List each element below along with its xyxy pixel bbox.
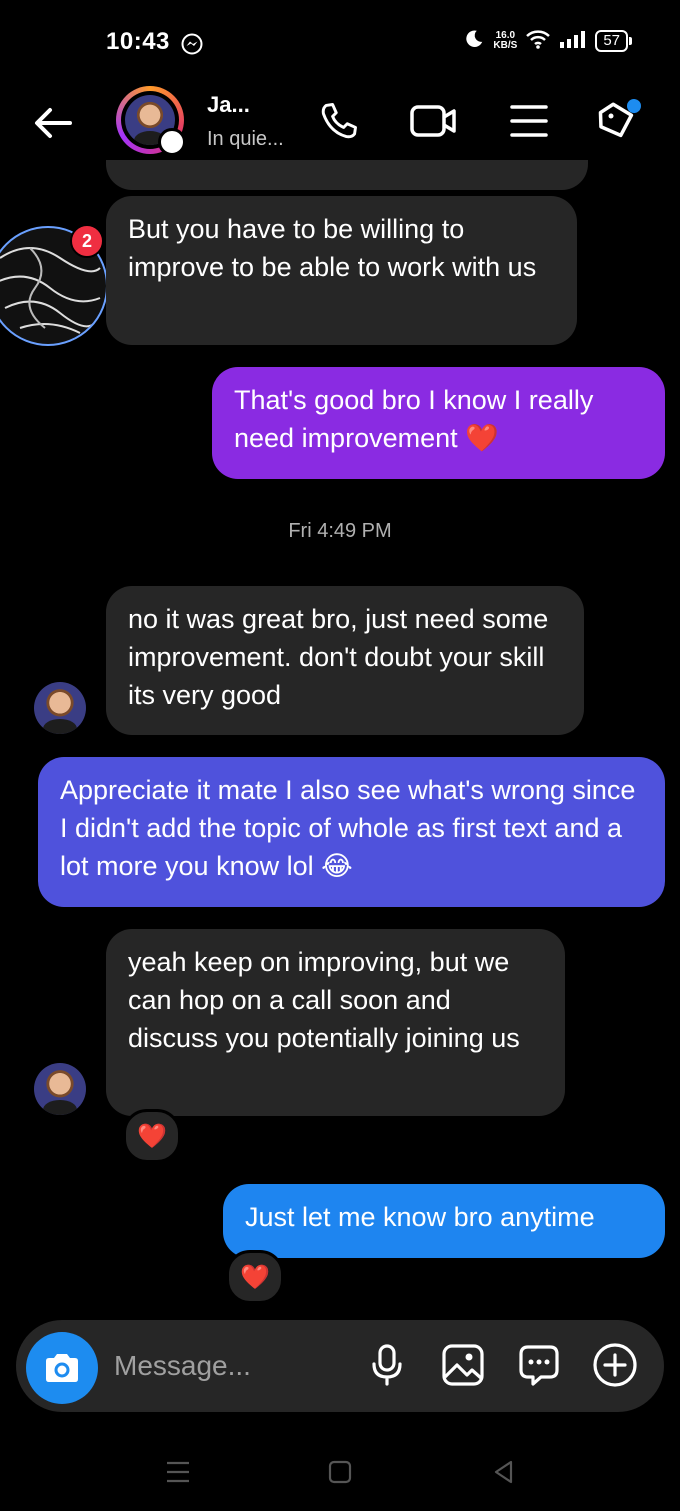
heart-reaction[interactable]: ❤️ <box>123 1109 181 1163</box>
recent-apps-button[interactable] <box>158 1452 198 1492</box>
back-nav-button[interactable] <box>484 1452 524 1492</box>
back-icon[interactable] <box>28 98 78 148</box>
message-input[interactable]: Message... <box>114 1350 251 1382</box>
status-time: 10:43 <box>106 28 170 55</box>
sticker-chat-button[interactable] <box>514 1340 564 1390</box>
clipped-message-bubble <box>106 160 588 190</box>
message-received[interactable]: But you have to be willing to improve to… <box>106 196 577 345</box>
story-indicator <box>158 128 186 156</box>
message-sent[interactable]: Appreciate it mate I also see what's wro… <box>38 757 665 907</box>
contact-status: In quie... <box>207 128 284 150</box>
notification-badge: 2 <box>70 224 104 258</box>
menu-button[interactable] <box>504 96 554 146</box>
sender-avatar[interactable] <box>34 1063 86 1115</box>
sender-avatar[interactable] <box>34 682 86 734</box>
battery-indicator: 57 <box>595 29 632 52</box>
moon-icon <box>463 28 485 53</box>
heart-reaction[interactable]: ❤️ <box>226 1250 284 1304</box>
contact-avatar[interactable] <box>116 86 186 156</box>
network-speed-unit: KB/S <box>493 39 518 51</box>
network-speed: 16.0 KB/S <box>493 29 518 51</box>
video-call-button[interactable] <box>408 96 458 146</box>
contact-name[interactable]: Ja... <box>207 92 250 118</box>
camera-button[interactable] <box>26 1332 98 1404</box>
message-sent[interactable]: Just let me know bro anytime <box>223 1184 665 1258</box>
home-button[interactable] <box>320 1452 360 1492</box>
message-sent[interactable]: That's good bro I know I really need imp… <box>212 367 665 479</box>
tag-button[interactable] <box>594 96 644 146</box>
microphone-button[interactable] <box>362 1340 412 1390</box>
signal-icon <box>559 29 587 52</box>
thread-timestamp: Fri 4:49 PM <box>288 520 392 542</box>
messenger-icon <box>180 32 204 56</box>
network-speed-value: 16.0 <box>495 29 516 41</box>
message-received[interactable]: yeah keep on improving, but we can hop o… <box>106 929 565 1116</box>
add-button[interactable] <box>590 1340 640 1390</box>
phone-call-button[interactable] <box>314 96 364 146</box>
wifi-icon <box>525 29 551 52</box>
gallery-button[interactable] <box>438 1340 488 1390</box>
status-icons: 16.0 KB/S 57 <box>463 28 632 53</box>
message-received[interactable]: no it was great bro, just need some impr… <box>106 586 584 735</box>
